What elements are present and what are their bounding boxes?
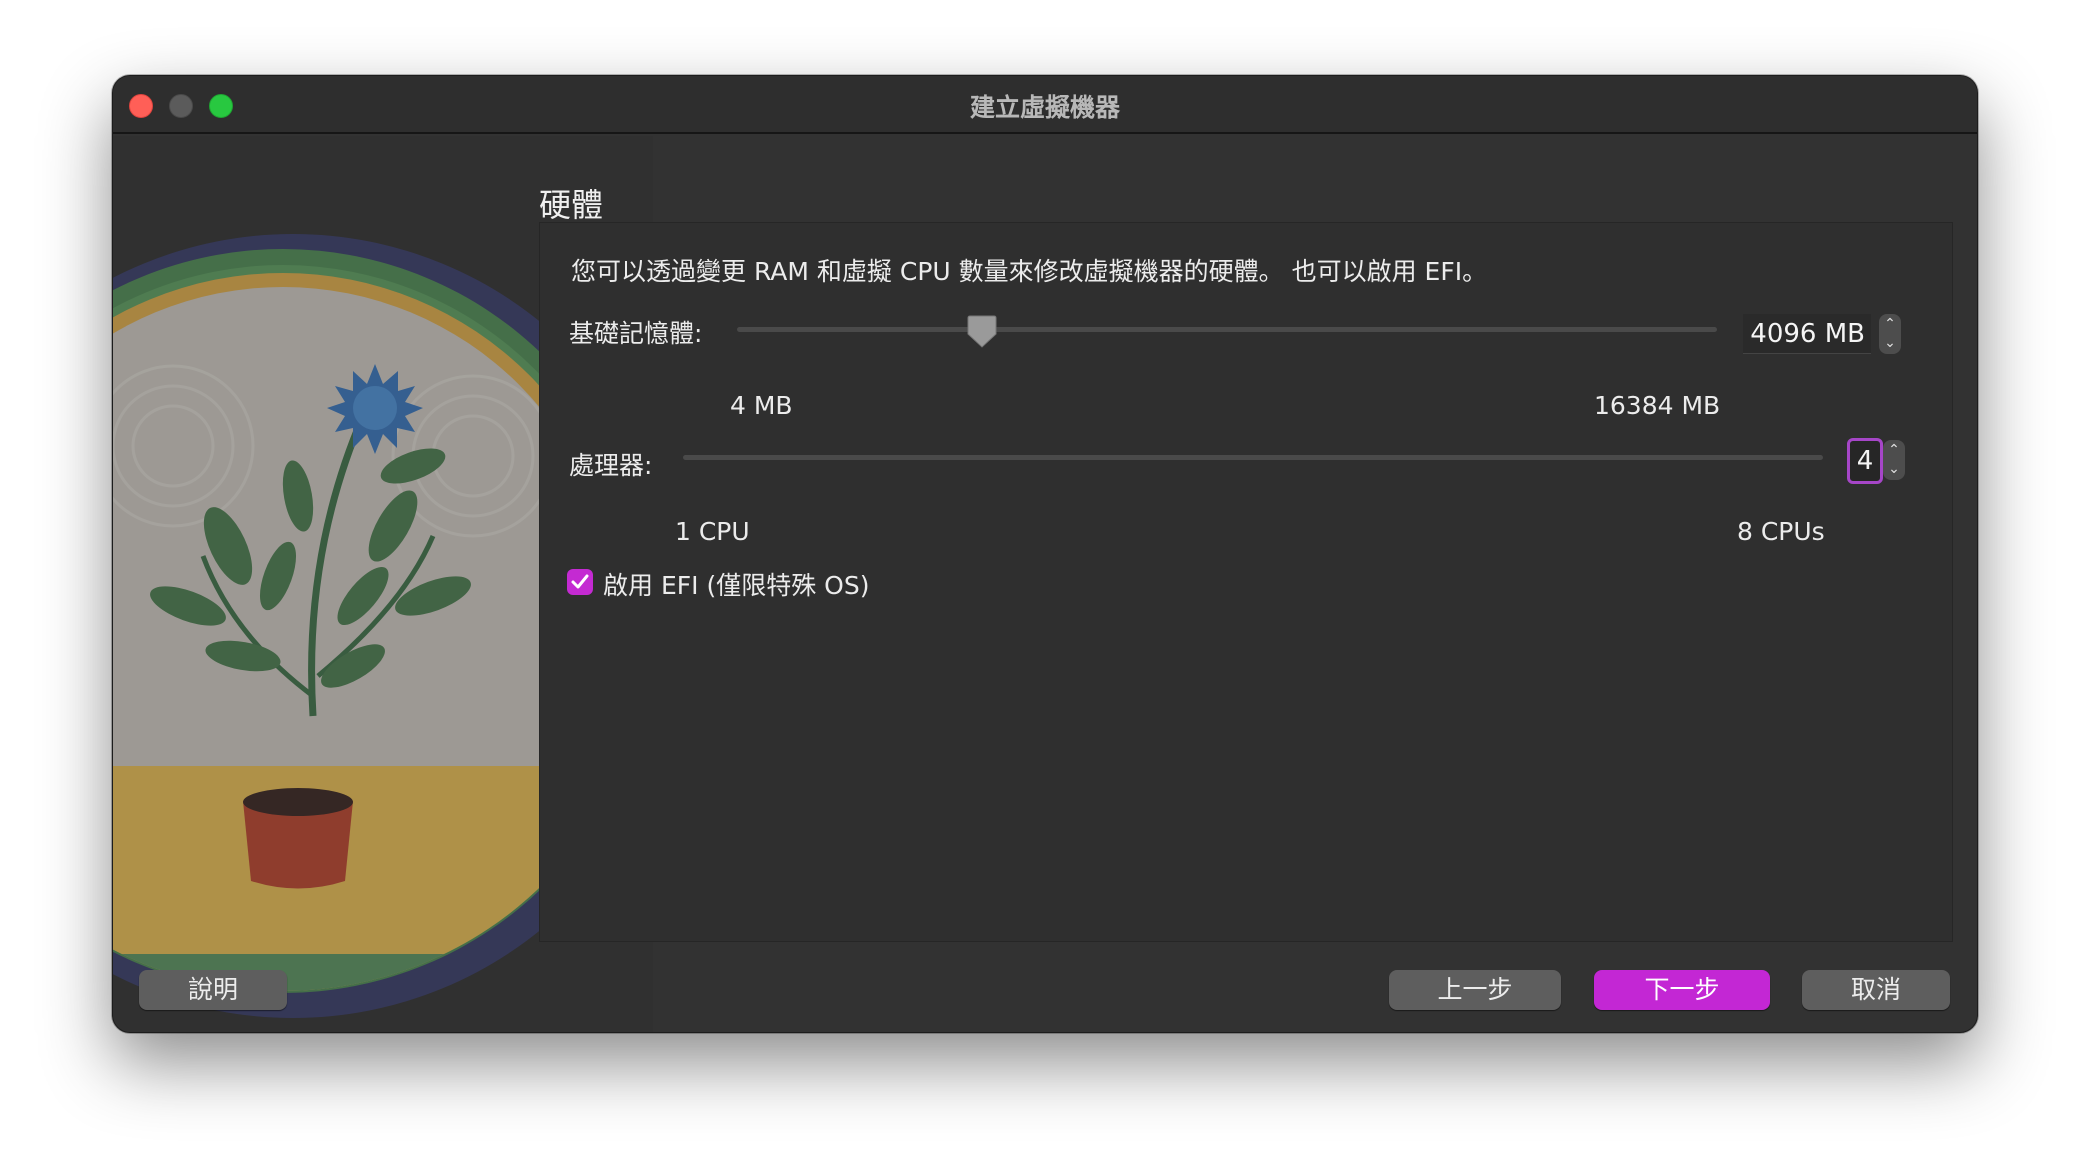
processor-stepper-icon[interactable]: ⌃ ⌄ — [1883, 440, 1905, 480]
processor-max-label: 8 CPUs — [1737, 517, 1825, 546]
help-button[interactable]: 說明 — [139, 970, 287, 1010]
memory-value-field[interactable]: 4096 MB — [1743, 314, 1871, 354]
section-description: 您可以透過變更 RAM 和虛擬 CPU 數量來修改虛擬機器的硬體。 也可以啟用 … — [571, 257, 1488, 286]
next-button[interactable]: 下一步 — [1594, 970, 1770, 1010]
processor-value-field[interactable]: 4 — [1847, 438, 1883, 484]
memory-label: 基礎記憶體: — [569, 319, 703, 348]
memory-min-label: 4 MB — [730, 391, 793, 420]
memory-slider-thumb[interactable] — [967, 314, 997, 348]
processor-label: 處理器: — [569, 451, 653, 480]
memory-stepper-icon[interactable]: ⌃ ⌄ — [1879, 314, 1901, 354]
window-title: 建立虛擬機器 — [969, 93, 1120, 122]
processor-min-label: 1 CPU — [675, 517, 750, 546]
checkmark-icon — [571, 574, 589, 589]
memory-slider-track[interactable] — [737, 327, 1717, 332]
create-vm-window: 建立虛擬機器 硬體 您可以透過變更 RAM 和虛擬 CPU 數量來修改虛擬機器的… — [112, 75, 1978, 1033]
processor-slider-track[interactable] — [683, 455, 1823, 460]
back-button[interactable]: 上一步 — [1389, 970, 1561, 1010]
efi-checkbox[interactable] — [567, 569, 593, 595]
title-bar: 建立虛擬機器 — [113, 76, 1977, 134]
efi-label[interactable]: 啟用 EFI (僅限特殊 OS) — [603, 566, 869, 602]
memory-max-label: 16384 MB — [1594, 391, 1721, 420]
section-title: 硬體 — [539, 186, 604, 224]
cancel-button[interactable]: 取消 — [1802, 970, 1950, 1010]
